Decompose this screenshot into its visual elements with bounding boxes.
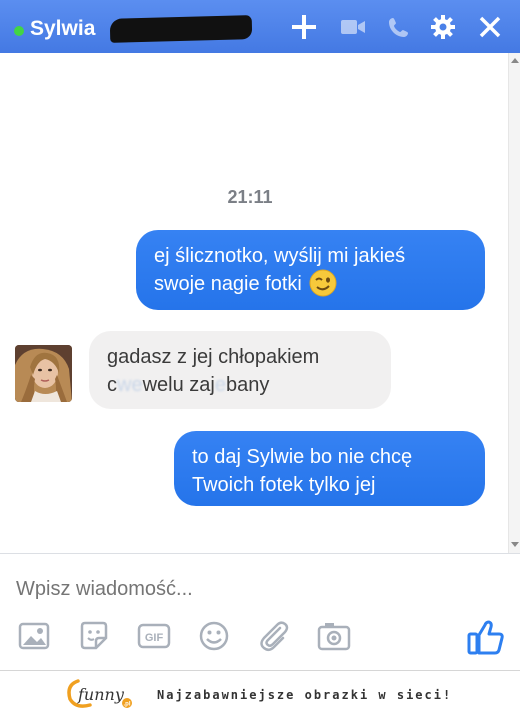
logo-text: funny [77, 685, 125, 704]
emoji-icon[interactable] [196, 618, 232, 654]
image-icon[interactable] [16, 618, 52, 654]
message-text-fragment: welu zaj [142, 374, 215, 396]
message-line: cwewelu zajebany [107, 371, 373, 399]
message-text-fragment: c [107, 374, 117, 396]
contact-name[interactable]: Sylwia [30, 17, 95, 41]
message-line: gadasz z jej chłopakiem [107, 346, 320, 368]
message-line: Twoich fotek tylko jej [192, 474, 376, 496]
plus-icon[interactable] [289, 12, 319, 42]
thumbs-up-icon[interactable] [466, 618, 506, 656]
outgoing-message: to daj Sylwie bo nie chcę Twoich fotek t… [174, 431, 485, 506]
logo-suffix: .pl [124, 702, 131, 708]
message-line-with-emoji: swoje nagie fotki [154, 269, 467, 298]
incoming-message: gadasz z jej chłopakiem cwewelu zajebany [89, 331, 391, 409]
message-line: swoje nagie fotki [154, 273, 302, 295]
scroll-up-arrow-icon[interactable] [511, 58, 519, 63]
sticker-icon[interactable] [76, 618, 112, 654]
close-icon[interactable] [475, 12, 505, 42]
wink-emoji-icon [309, 269, 337, 297]
footer-tagline: Najzabawniejsze obrazki w sieci! [157, 688, 453, 702]
outgoing-message: ej ślicznotko, wyślij mi jakieś swoje na… [136, 230, 485, 310]
scrollbar[interactable] [508, 53, 520, 553]
watermark-footer: funny .pl Najzabawniejsze obrazki w siec… [0, 670, 520, 715]
gear-icon[interactable] [428, 12, 458, 42]
video-icon[interactable] [338, 12, 368, 42]
scroll-down-arrow-icon[interactable] [511, 542, 519, 547]
svg-text:GIF: GIF [145, 632, 164, 644]
funny-logo: funny .pl [67, 679, 132, 708]
message-text-fragment: bany [225, 374, 270, 396]
message-line: to daj Sylwie bo nie chcę [192, 446, 413, 468]
attachment-icon[interactable] [256, 618, 292, 654]
message-timestamp: 21:11 [227, 187, 273, 207]
redacted-surname [109, 15, 253, 43]
gif-icon[interactable]: GIF [136, 618, 172, 654]
composer-divider [0, 553, 520, 554]
message-input[interactable] [16, 578, 506, 601]
phone-icon[interactable] [384, 12, 414, 42]
censored-fragment: we [117, 374, 143, 396]
chat-header: Sylwia [0, 0, 520, 53]
camera-icon[interactable] [316, 618, 352, 654]
contact-avatar[interactable] [15, 345, 72, 402]
message-line: ej ślicznotko, wyślij mi jakieś [154, 245, 406, 267]
online-status-indicator [14, 26, 24, 36]
censored-fragment: e [214, 374, 226, 396]
